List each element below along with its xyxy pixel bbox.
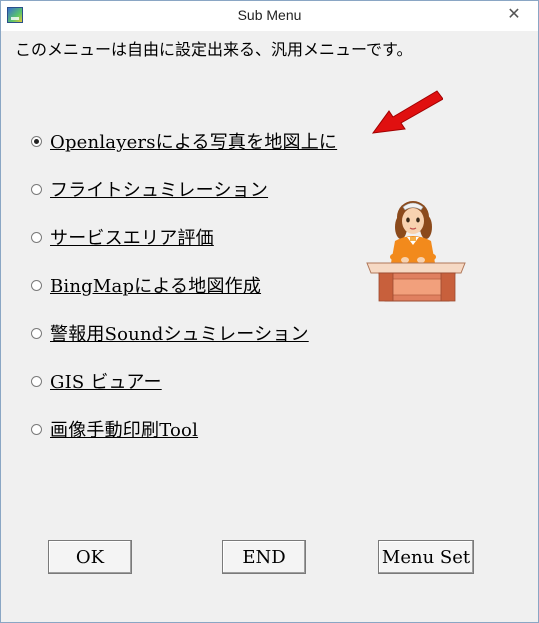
menu-item-service-area[interactable]: サービスエリア評価 [31,225,214,249]
receptionist-desk-icon [366,201,466,302]
ok-button[interactable]: OK [48,540,132,574]
menu-item-label[interactable]: 警報用Soundシュミレーション [50,320,309,346]
menu-item-label[interactable]: 画像手動印刷Tool [50,416,198,442]
window-title: Sub Menu [237,7,302,23]
menu-item-label[interactable]: BingMapによる地図作成 [50,272,261,298]
menu-item-label[interactable]: サービスエリア評価 [50,224,214,250]
radio-icon[interactable] [31,183,42,195]
radio-icon[interactable] [31,327,42,339]
radio-icon[interactable] [31,279,42,291]
menu-item-label[interactable]: フライトシュミレーション [50,176,268,202]
close-button[interactable]: ✕ [492,1,536,25]
menu-item-alarm-sound[interactable]: 警報用Soundシュミレーション [31,321,309,345]
intro-text: このメニューは自由に設定出来る、汎用メニューです。 [15,40,413,59]
menu-item-openlayers[interactable]: Openlayersによる写真を地図上に [31,129,337,153]
radio-icon[interactable] [31,423,42,435]
sub-menu-window: Sub Menu ✕ このメニューは自由に設定出来る、汎用メニューです。 Ope… [0,0,539,623]
end-button[interactable]: END [222,540,306,574]
menu-item-label[interactable]: Openlayersによる写真を地図上に [50,128,337,154]
red-arrow-icon [371,90,443,134]
title-bar: Sub Menu ✕ [1,1,538,31]
menu-set-button[interactable]: Menu Set [378,540,474,574]
menu-item-bingmap[interactable]: BingMapによる地図作成 [31,273,261,297]
menu-item-print-tool[interactable]: 画像手動印刷Tool [31,417,198,441]
radio-icon[interactable] [31,375,42,387]
menu-item-gis-viewer[interactable]: GIS ビュアー [31,369,162,393]
menu-item-label[interactable]: GIS ビュアー [50,368,162,394]
radio-icon[interactable] [31,231,42,243]
radio-icon[interactable] [31,135,42,147]
menu-item-flight-simulation[interactable]: フライトシュミレーション [31,177,268,201]
